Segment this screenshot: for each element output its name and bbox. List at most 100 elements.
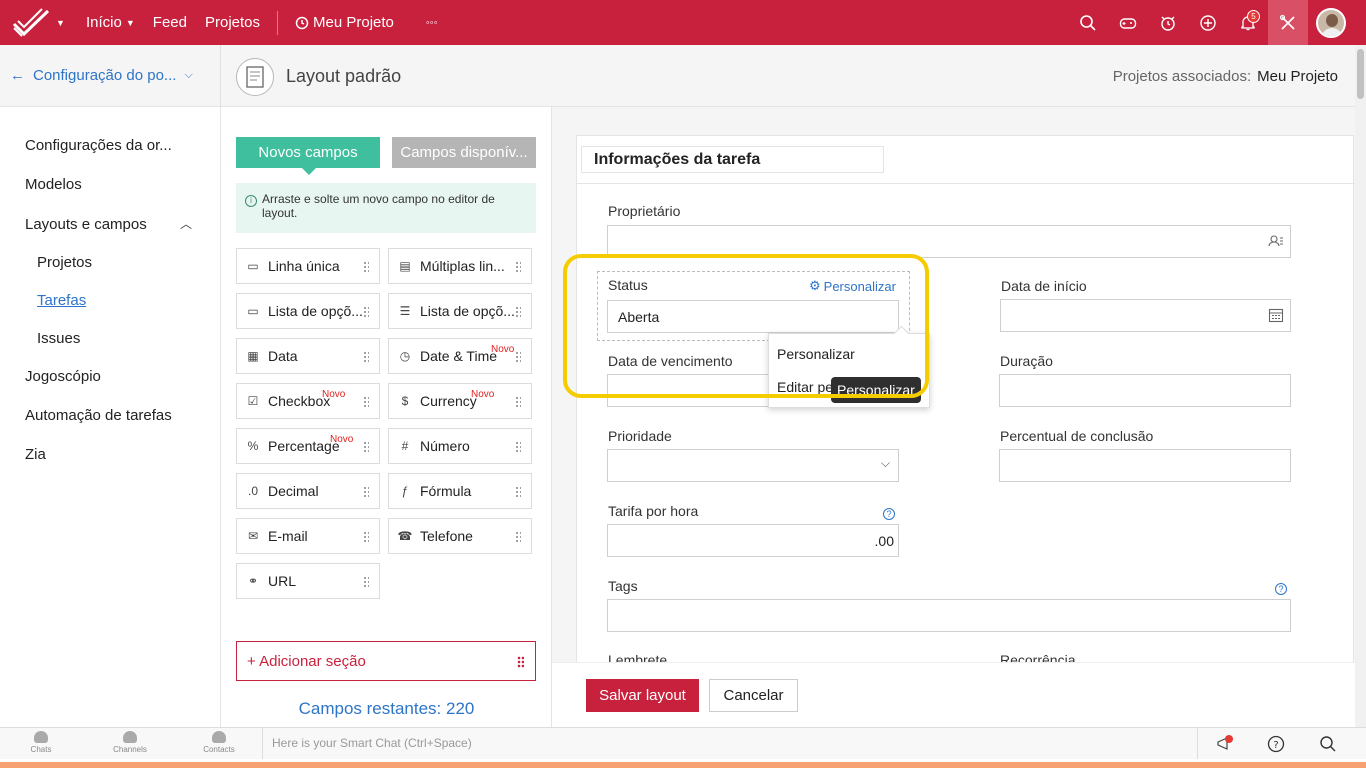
sidebar-item-layouts[interactable]: Layouts e campos [25, 216, 147, 233]
nav-inicio[interactable]: Início ▼ [70, 0, 144, 45]
tags-field[interactable] [607, 599, 1291, 632]
drag-handle-icon[interactable] [515, 441, 521, 453]
drag-handle-icon[interactable] [363, 261, 369, 273]
drag-handle-icon[interactable] [363, 441, 369, 453]
contacts-tab[interactable]: Contacts [179, 731, 259, 754]
decimal-icon: .0 [247, 484, 258, 498]
priority-select[interactable]: ⌵ [607, 449, 899, 482]
field-type-label: Lista de opçõ... [268, 303, 363, 319]
field-type-item[interactable]: .0 Decimal [236, 473, 380, 509]
alarm-clock-icon [1161, 16, 1175, 31]
drag-handle-icon[interactable] [515, 396, 521, 408]
drag-handle-icon[interactable] [363, 306, 369, 318]
chats-tab[interactable]: Chats [1, 731, 81, 754]
channels-tab[interactable]: Channels [90, 731, 170, 754]
drag-handle-icon[interactable] [515, 486, 521, 498]
bottom-search-button[interactable] [1318, 734, 1338, 754]
field-type-label: Linha única [268, 258, 340, 274]
field-type-item[interactable]: ✉ E-mail [236, 518, 380, 554]
start-date-field[interactable] [1000, 299, 1291, 332]
more-dots-icon: ◦◦◦ [425, 16, 438, 29]
info-icon: i [245, 195, 257, 207]
setup-button[interactable] [1268, 0, 1308, 45]
formula-icon: ƒ [401, 484, 409, 498]
drag-handle-icon[interactable] [515, 261, 521, 273]
field-type-item[interactable]: ☰ Lista de opçõ... [388, 293, 532, 329]
sidebar-item-zia[interactable]: Zia [25, 446, 46, 463]
hourly-rate-field[interactable]: .00 [607, 524, 899, 557]
sidebar-sub-issues[interactable]: Issues [37, 330, 80, 347]
back-to-settings-link[interactable]: ← Configuração do po... ⌵ [10, 67, 193, 84]
help-button[interactable]: ? [1266, 734, 1286, 754]
email-icon: ✉ [247, 529, 259, 543]
notifications-button[interactable]: 5 [1228, 0, 1268, 45]
sidebar-item-org-settings[interactable]: Configurações da or... [25, 137, 172, 154]
completion-field[interactable] [999, 449, 1291, 482]
more-nav-button[interactable]: ◦◦◦ [417, 0, 447, 45]
field-type-item[interactable]: ▤ Múltiplas lin... [388, 248, 532, 284]
field-type-item[interactable]: ▦ Data [236, 338, 380, 374]
field-type-item[interactable]: ☎ Telefone [388, 518, 532, 554]
scrollbar[interactable] [1355, 45, 1366, 727]
drag-handle-icon[interactable] [363, 396, 369, 408]
drag-handle-icon[interactable] [363, 576, 369, 588]
drag-handle-icon[interactable] [363, 531, 369, 543]
user-avatar[interactable] [1316, 7, 1346, 38]
drag-handle-icon[interactable] [515, 531, 521, 543]
tab-available-fields[interactable]: Campos disponív... [392, 137, 536, 168]
drag-handle-icon[interactable] [363, 486, 369, 498]
sidebar-item-templates[interactable]: Modelos [25, 176, 82, 193]
cancel-button[interactable]: Cancelar [709, 679, 798, 712]
sidebar-item-automation[interactable]: Automação de tarefas [25, 407, 172, 424]
plus-circle-icon [1200, 14, 1216, 31]
announcement-button[interactable] [1214, 734, 1234, 754]
chevron-up-icon[interactable]: ︿ [180, 215, 192, 232]
drag-handle-icon[interactable] [363, 351, 369, 363]
field-type-item[interactable]: ƒ Fórmula [388, 473, 532, 509]
annotation-highlight [563, 254, 929, 398]
field-type-item[interactable]: ⚭ URL [236, 563, 380, 599]
sidebar-item-gamescope[interactable]: Jogoscópio [25, 368, 101, 385]
user-list-icon [1268, 235, 1283, 247]
add-button[interactable] [1188, 0, 1228, 45]
scrollbar-thumb[interactable] [1357, 49, 1364, 99]
sidebar-sub-projetos[interactable]: Projetos [37, 254, 92, 271]
smart-chat-input[interactable]: Here is your Smart Chat (Ctrl+Space) [262, 728, 1198, 759]
help-icon[interactable]: ? [883, 508, 895, 520]
recurrence-label: Recorrência [1000, 652, 1076, 662]
field-type-item[interactable]: % Percentage Novo [236, 428, 380, 464]
contacts-label: Contacts [203, 745, 235, 754]
drag-handle-icon[interactable] [517, 656, 524, 668]
drag-handle-icon[interactable] [515, 351, 521, 363]
logo-caret-icon[interactable]: ▼ [56, 18, 65, 28]
associated-projects: Projetos associados: Meu Projeto [1113, 68, 1338, 85]
save-layout-button[interactable]: Salvar layout [586, 679, 699, 712]
duration-field[interactable] [999, 374, 1291, 407]
tab-new-fields[interactable]: Novos campos [236, 137, 380, 175]
assoc-value[interactable]: Meu Projeto [1257, 68, 1338, 85]
search-button[interactable] [1068, 0, 1108, 45]
field-type-label: Múltiplas lin... [420, 258, 505, 274]
chevron-down-icon: ▼ [125, 17, 135, 28]
help-icon[interactable]: ? [1275, 583, 1287, 595]
field-type-item[interactable]: ▭ Linha única [236, 248, 380, 284]
sidebar-sub-tarefas[interactable]: Tarefas [37, 292, 86, 309]
section-title-input[interactable]: Informações da tarefa [581, 146, 884, 173]
nav-projetos[interactable]: Projetos [196, 0, 269, 45]
game-button[interactable] [1108, 0, 1148, 45]
timer-button[interactable] [1148, 0, 1188, 45]
field-type-item[interactable]: ◷ Date & Time Novo [388, 338, 532, 374]
field-type-item[interactable]: $ Currency Novo [388, 383, 532, 419]
field-type-item[interactable]: ▭ Lista de opçõ... [236, 293, 380, 329]
add-section-button[interactable]: + Adicionar seção [236, 641, 536, 681]
gamepad-icon [1119, 17, 1137, 29]
nav-feed[interactable]: Feed [144, 0, 196, 45]
app-logo[interactable]: ▼ [0, 0, 70, 45]
drag-handle-icon[interactable] [515, 306, 521, 318]
field-type-item[interactable]: ☑ Checkbox Novo [236, 383, 380, 419]
chevron-down-icon: ⌵ [880, 456, 890, 470]
picklist-icon: ▭ [247, 304, 259, 318]
nav-current-project[interactable]: Meu Projeto [286, 0, 403, 45]
field-type-label: Currency [420, 393, 477, 409]
field-type-item[interactable]: # Número [388, 428, 532, 464]
